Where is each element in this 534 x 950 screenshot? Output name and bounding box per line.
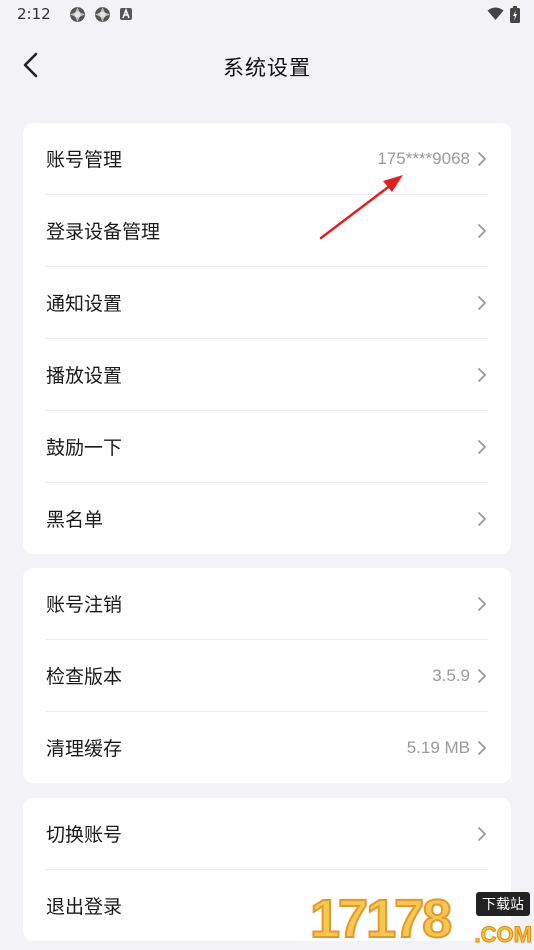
row-label: 退出登录 [46, 896, 123, 918]
row-right [476, 596, 488, 612]
status-left: 2:12 [17, 5, 133, 23]
chevron-right-icon [476, 439, 488, 455]
chevron-right-icon [476, 367, 488, 383]
back-button[interactable] [14, 50, 48, 84]
aperture-icon [94, 6, 111, 23]
row-label: 检查版本 [46, 666, 123, 688]
row-right [476, 223, 488, 239]
row-label: 切换账号 [46, 824, 123, 846]
chevron-right-icon [476, 826, 488, 842]
chevron-right-icon [476, 596, 488, 612]
chevron-left-icon [22, 52, 40, 82]
chevron-right-icon [476, 151, 488, 167]
row-login-device-management[interactable]: 登录设备管理 [46, 195, 488, 267]
row-notification-settings[interactable]: 通知设置 [46, 267, 488, 339]
row-right [476, 367, 488, 383]
row-label: 清理缓存 [46, 738, 123, 760]
row-label: 通知设置 [46, 293, 123, 315]
row-logout[interactable]: 退出登录 [46, 870, 488, 941]
row-label: 播放设置 [46, 365, 123, 387]
status-time: 2:12 [17, 5, 51, 23]
chevron-right-icon [476, 295, 488, 311]
row-encourage[interactable]: 鼓励一下 [46, 411, 488, 483]
chevron-right-icon [476, 668, 488, 684]
row-right [476, 511, 488, 527]
header: 系统设置 [0, 36, 534, 98]
row-right [476, 826, 488, 842]
row-right: 5.19 MB [407, 738, 488, 758]
row-right [476, 439, 488, 455]
row-right [476, 295, 488, 311]
row-check-version[interactable]: 检查版本 3.5.9 [46, 640, 488, 712]
row-right: 3.5.9 [432, 666, 488, 686]
phone-number-value: 175****9068 [377, 148, 470, 168]
version-value: 3.5.9 [432, 665, 470, 685]
row-label: 账号注销 [46, 594, 123, 616]
row-playback-settings[interactable]: 播放设置 [46, 339, 488, 411]
settings-group-session: 切换账号 退出登录 [23, 798, 511, 941]
settings-group-account: 账号管理 175****9068 登录设备管理 通知设置 播放设置 鼓励一下 黑… [23, 123, 511, 554]
status-bar: 2:12 [0, 0, 534, 28]
row-label: 鼓励一下 [46, 437, 123, 459]
row-switch-account[interactable]: 切换账号 [46, 798, 488, 870]
status-right [487, 5, 520, 23]
row-blacklist[interactable]: 黑名单 [46, 483, 488, 554]
row-clear-cache[interactable]: 清理缓存 5.19 MB [46, 712, 488, 783]
row-label: 登录设备管理 [46, 221, 161, 243]
row-label: 黑名单 [46, 509, 104, 531]
chevron-right-icon [476, 740, 488, 756]
chevron-right-icon [476, 511, 488, 527]
battery-charging-icon [510, 5, 520, 23]
notification-a-icon [119, 7, 133, 21]
settings-group-app: 账号注销 检查版本 3.5.9 清理缓存 5.19 MB [23, 568, 511, 783]
aperture-icon [69, 6, 86, 23]
page-title: 系统设置 [223, 56, 311, 80]
row-delete-account[interactable]: 账号注销 [46, 568, 488, 640]
row-account-management[interactable]: 账号管理 175****9068 [46, 123, 488, 195]
chevron-right-icon [476, 223, 488, 239]
row-right: 175****9068 [377, 149, 488, 169]
cache-size-value: 5.19 MB [406, 737, 470, 757]
wifi-icon [487, 7, 504, 21]
row-label: 账号管理 [46, 149, 123, 171]
